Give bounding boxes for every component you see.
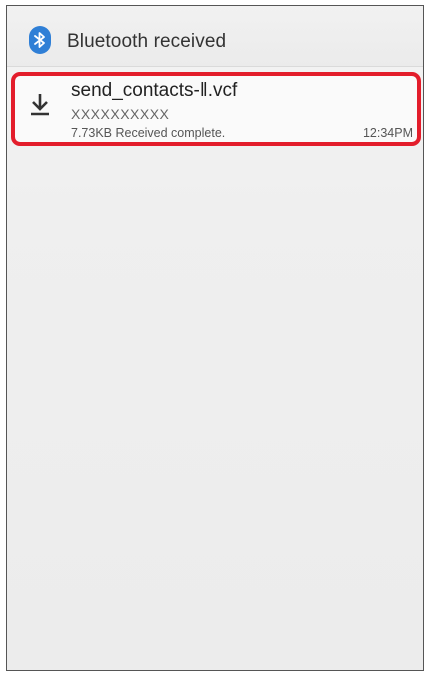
bluetooth-icon	[29, 26, 51, 54]
screen-frame: Bluetooth received send_contacts-‖.vcf X…	[6, 5, 424, 671]
file-name: send_contacts-‖.vcf	[71, 80, 238, 101]
received-file-notification[interactable]: send_contacts-‖.vcf XXXXXXXXXX 7.73KB Re…	[11, 72, 421, 146]
sender-name: XXXXXXXXXX	[71, 106, 170, 122]
timestamp: 12:34PM	[362, 126, 413, 140]
app-header: Bluetooth received	[7, 6, 423, 67]
page-title: Bluetooth received	[67, 31, 227, 52]
transfer-status: 7.73KB Received complete.	[71, 126, 226, 140]
download-icon	[28, 92, 52, 118]
